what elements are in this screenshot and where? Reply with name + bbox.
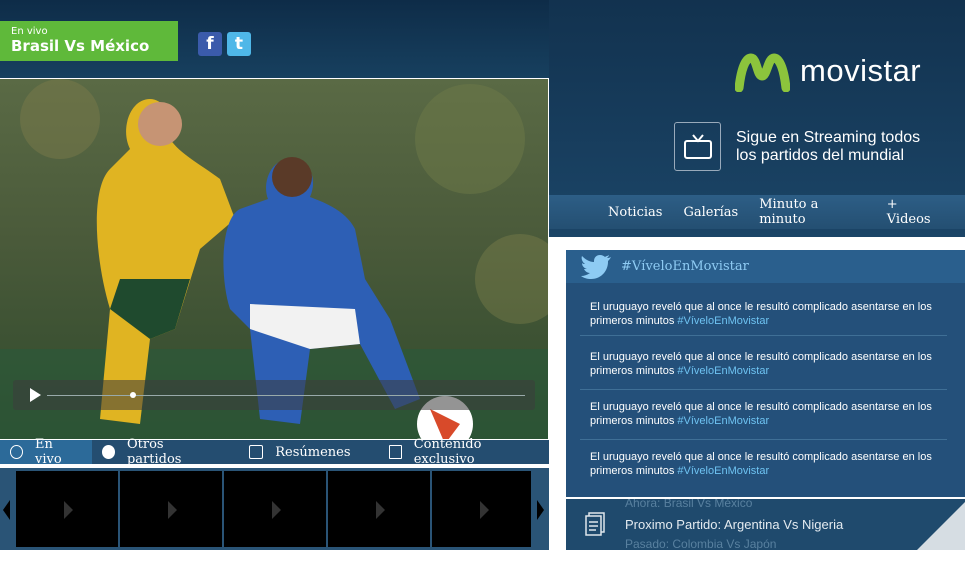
video-controls bbox=[13, 380, 535, 410]
video-thumb[interactable] bbox=[224, 471, 327, 547]
video-carousel bbox=[0, 468, 549, 550]
document-icon bbox=[249, 445, 264, 459]
twitter-hashtag-title[interactable]: #VíveloEnMovistar bbox=[621, 259, 749, 274]
nav-noticias[interactable]: Noticias bbox=[608, 205, 662, 220]
movistar-m-icon bbox=[735, 53, 790, 92]
tab-en-vivo[interactable]: En vivo bbox=[0, 437, 92, 467]
streaming-text: Sigue en Streaming todos los partidos de… bbox=[736, 129, 920, 165]
match-title: Brasil Vs México bbox=[11, 37, 150, 55]
tweet-hashtag[interactable]: #VíveloEnMovistar bbox=[677, 465, 769, 477]
tv-icon-box bbox=[674, 122, 721, 171]
past-match: Pasado: Colombia Vs Japón bbox=[625, 537, 777, 550]
tweet-divider bbox=[580, 439, 947, 440]
twitter-header: #VíveloEnMovistar bbox=[566, 250, 965, 283]
play-icon bbox=[64, 501, 73, 519]
tweet-item: El uruguayo reveló que al once le result… bbox=[590, 400, 947, 428]
progress-track[interactable] bbox=[47, 395, 525, 396]
streaming-line-1: Sigue en Streaming todos bbox=[736, 128, 921, 146]
carousel-prev-icon[interactable] bbox=[3, 500, 10, 520]
tweet-hashtag[interactable]: #VíveloEnMovistar bbox=[677, 315, 769, 327]
video-tabs: En vivo Otros partidos Resúmenes Conteni… bbox=[0, 437, 549, 467]
streaming-promo[interactable]: Sigue en Streaming todos los partidos de… bbox=[674, 122, 920, 171]
page-corner bbox=[917, 502, 965, 550]
play-icon[interactable] bbox=[30, 388, 41, 402]
play-icon bbox=[272, 501, 281, 519]
tweet-item: El uruguayo reveló que al once le result… bbox=[590, 350, 947, 378]
tab-otros-partidos[interactable]: Otros partidos bbox=[92, 437, 227, 467]
facebook-icon[interactable]: f bbox=[198, 32, 222, 56]
video-thumb[interactable] bbox=[16, 471, 119, 547]
play-icon bbox=[168, 501, 177, 519]
tab-otros-partidos-label: Otros partidos bbox=[126, 437, 182, 467]
nav-videos[interactable]: + Videos bbox=[887, 197, 944, 227]
main-nav: Noticias Galerías Minuto a minuto + Vide… bbox=[549, 195, 965, 229]
tweet-divider bbox=[580, 389, 947, 390]
nav-minuto-a-minuto[interactable]: Minuto a minuto bbox=[759, 197, 866, 227]
tab-resumenes-label: Resúmenes bbox=[275, 444, 351, 460]
tweet-hashtag[interactable]: #VíveloEnMovistar bbox=[677, 415, 769, 427]
edit-icon bbox=[388, 445, 402, 459]
progress-knob[interactable] bbox=[130, 392, 137, 398]
twitter-feed: #VíveloEnMovistar El uruguayo reveló que… bbox=[566, 250, 965, 497]
streaming-line-2: los partidos del mundial bbox=[736, 146, 905, 164]
nav-galerias[interactable]: Galerías bbox=[683, 205, 738, 220]
tab-contenido-exclusivo-label: Contenido exclusivo bbox=[413, 437, 482, 467]
twitter-bird-icon bbox=[581, 254, 611, 279]
tweet-item: El uruguayo reveló que al once le result… bbox=[590, 300, 947, 328]
brand-name: movistar bbox=[800, 53, 922, 88]
tweet-item: El uruguayo reveló que al once le result… bbox=[590, 450, 947, 478]
video-thumb[interactable] bbox=[328, 471, 431, 547]
previous-match: Ahora: Brasil Vs México bbox=[625, 499, 753, 510]
match-ticker: Ahora: Brasil Vs México Proximo Partido:… bbox=[566, 499, 965, 550]
video-thumb[interactable] bbox=[432, 471, 532, 547]
document-icon bbox=[585, 512, 605, 536]
play-icon bbox=[480, 501, 489, 519]
video-player[interactable] bbox=[0, 78, 549, 440]
video-thumb[interactable] bbox=[120, 471, 223, 547]
live-match-badge[interactable]: En vivo Brasil Vs México bbox=[0, 21, 178, 61]
tab-contenido-exclusivo[interactable]: Contenido exclusivo bbox=[363, 437, 549, 467]
tab-en-vivo-label: En vivo bbox=[35, 437, 62, 467]
tv-icon bbox=[683, 133, 712, 159]
twitter-icon[interactable]: t bbox=[227, 32, 251, 56]
tweet-divider bbox=[580, 335, 947, 336]
carousel-next-icon[interactable] bbox=[537, 500, 544, 520]
movistar-logo[interactable]: movistar bbox=[735, 50, 921, 92]
tab-resumenes[interactable]: Resúmenes bbox=[227, 440, 362, 464]
tweet-hashtag[interactable]: #VíveloEnMovistar bbox=[677, 365, 769, 377]
clock-icon bbox=[10, 445, 24, 459]
promo-area: movistar Sigue en Streaming todos los pa… bbox=[549, 0, 965, 237]
next-match[interactable]: Proximo Partido: Argentina Vs Nigeria bbox=[625, 517, 843, 532]
live-label: En vivo bbox=[11, 26, 48, 37]
play-icon bbox=[376, 501, 385, 519]
soccer-ball-icon bbox=[101, 445, 115, 459]
